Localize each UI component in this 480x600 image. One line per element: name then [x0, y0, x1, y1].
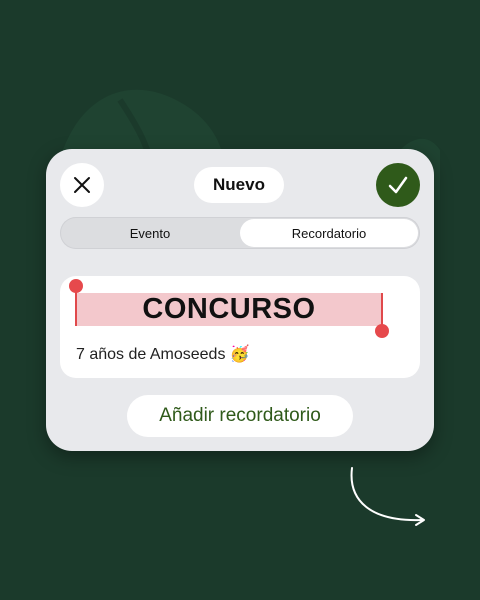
curved-arrow-icon [350, 467, 425, 526]
tab-recordatorio[interactable]: Recordatorio [240, 219, 418, 247]
selection-handle-start[interactable] [69, 279, 83, 293]
close-button[interactable] [60, 163, 104, 207]
close-icon [74, 177, 90, 193]
highlighted-title[interactable]: CONCURSO [76, 293, 382, 326]
selection-handle-end[interactable] [375, 324, 389, 338]
page-title: Nuevo [194, 167, 284, 203]
reminder-editor-card: Nuevo Evento Recordatorio CONCURSO 7 año… [46, 149, 434, 451]
add-reminder-button[interactable]: Añadir recordatorio [127, 395, 353, 437]
confirm-button[interactable] [376, 163, 420, 207]
checkmark-icon [388, 176, 408, 194]
tab-evento[interactable]: Evento [62, 219, 238, 247]
reminder-content-card: CONCURSO 7 años de Amoseeds 🥳 [60, 276, 420, 378]
selection-handle-start-line [75, 292, 77, 326]
reminder-subtitle[interactable]: 7 años de Amoseeds 🥳 [76, 344, 250, 364]
event-type-segmented-control: Evento Recordatorio [60, 217, 420, 249]
